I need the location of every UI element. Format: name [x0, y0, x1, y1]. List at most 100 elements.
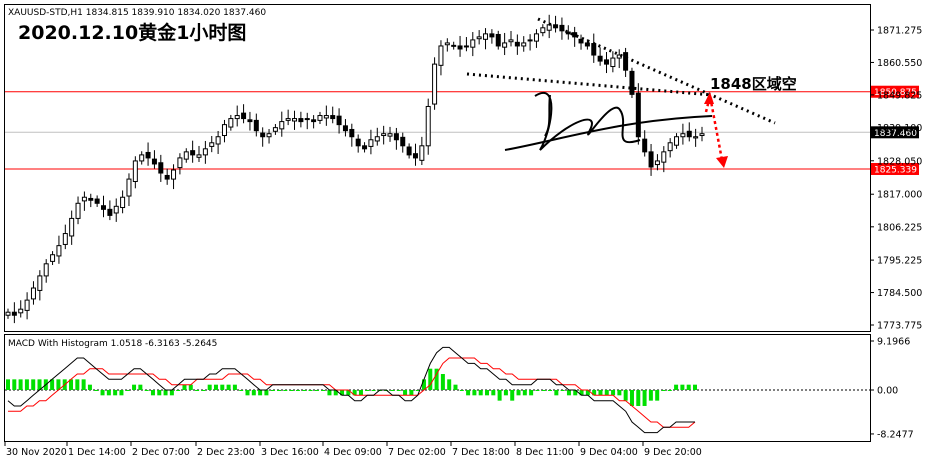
- macd-histogram-bar: [560, 390, 565, 391]
- y-tick-label: 1817.000: [877, 190, 922, 201]
- macd-histogram-bar: [674, 384, 679, 390]
- chart-root: 1850.875 1825.339 1837.460 1871.275 1860.55…: [0, 0, 925, 463]
- macd-histogram-bar: [239, 390, 244, 391]
- macd-histogram-bar: [535, 390, 540, 391]
- macd-histogram-bar: [371, 390, 376, 391]
- macd-histogram-bar: [636, 390, 641, 406]
- macd-histogram-bar: [327, 390, 332, 396]
- macd-histogram-bar: [100, 390, 105, 396]
- macd-histogram-bar: [201, 390, 206, 391]
- macd-histogram-bar: [220, 384, 225, 390]
- macd-histogram-bar: [611, 390, 616, 396]
- macd-histogram-bar: [251, 390, 256, 396]
- macd-histogram-bar: [132, 384, 137, 390]
- time-x-axis: 30 Nov 2020 1 Dec 14:00 2 Dec 07:00 2 Dec 2…: [4, 442, 702, 458]
- macd-histogram-bar: [466, 390, 471, 396]
- candle: [629, 67, 635, 99]
- macd-histogram-bar: [503, 390, 508, 396]
- macd-histogram-bar: [157, 390, 162, 396]
- macd-histogram-bar: [258, 390, 263, 396]
- x-tick-label: 3 Dec 16:00: [261, 447, 319, 458]
- chart-svg: 1850.8751825.3391837.460 1871.2751860.55…: [4, 4, 922, 458]
- annotation-text: 1848区域空: [710, 75, 797, 93]
- macd-histogram-bar: [409, 390, 414, 396]
- macd-histogram-bar: [12, 379, 17, 390]
- y-tick-label: 1828.050: [877, 156, 922, 167]
- y-tick-label: 1806.225: [877, 222, 922, 233]
- price-y-axis: 1871.275 1860.550 1849.825 1839.100 1828.050…: [870, 26, 922, 332]
- x-tick-label: 1 Dec 14:00: [68, 447, 126, 458]
- macd-histogram-bar: [617, 390, 622, 396]
- macd-histogram-bar: [548, 390, 553, 391]
- macd-histogram-bar: [516, 390, 521, 396]
- y-tick-label: 1860.550: [877, 58, 922, 69]
- macd-histogram-bar: [680, 384, 685, 390]
- macd-histogram-bar: [541, 390, 546, 391]
- macd-histogram-bar: [655, 390, 660, 401]
- macd-histogram-bar: [459, 390, 464, 391]
- macd-histogram-bar: [642, 390, 647, 406]
- price-header: XAUUSD-STD,H1 1834.815 1839.910 1834.020…: [8, 8, 266, 18]
- macd-histogram-bar: [113, 390, 118, 396]
- chart-title: 2020.12.10黄金1小时图: [18, 21, 246, 44]
- macd-histogram-bar: [207, 384, 212, 390]
- y-tick-label: 1773.775: [877, 321, 922, 332]
- macd-histogram-bar: [289, 390, 294, 391]
- macd-histogram-bar: [598, 390, 603, 396]
- x-tick-label: 2 Dec 23:00: [197, 447, 255, 458]
- macd-histogram-bar: [295, 390, 300, 391]
- macd-histogram-bar: [629, 390, 634, 406]
- macd-histogram-bar: [18, 379, 23, 390]
- y-tick-label: 1839.100: [877, 123, 922, 134]
- macd-histogram-bar: [428, 368, 433, 390]
- macd-histogram-bar: [485, 390, 490, 396]
- macd-histogram-bar: [648, 390, 653, 401]
- macd-histogram-bar: [693, 384, 697, 390]
- macd-histogram-bar: [491, 390, 496, 396]
- macd-histogram-bar: [478, 390, 483, 396]
- macd-histogram-bar: [270, 390, 275, 391]
- macd-histogram-bar: [87, 384, 92, 390]
- macd-histogram-bar: [308, 390, 313, 391]
- macd-histogram-bar: [213, 384, 218, 390]
- macd-histogram-bar: [302, 390, 307, 391]
- macd-histogram-bar: [106, 390, 111, 396]
- macd-histogram-bar: [150, 390, 155, 396]
- macd-histogram-bar: [321, 390, 326, 391]
- macd-histogram-bar: [232, 384, 237, 390]
- macd-histogram-bar: [510, 390, 515, 401]
- y-tick-label: 1849.825: [877, 90, 922, 101]
- macd-histogram-bar: [390, 390, 395, 391]
- macd-histogram-bar: [453, 384, 458, 390]
- macd-histogram-bar: [144, 390, 149, 391]
- x-tick-label: 7 Dec 02:00: [388, 447, 446, 458]
- macd-y-axis: 9.1966 0.00 -8.2477: [870, 337, 914, 440]
- macd-histogram-bar: [403, 390, 408, 396]
- macd-histogram-bar: [623, 390, 628, 401]
- macd-tick-label: 0.00: [877, 386, 898, 397]
- macd-histogram-bar: [522, 390, 527, 396]
- x-tick-label: 30 Nov 2020: [6, 447, 67, 458]
- macd-histogram-bar: [195, 390, 200, 391]
- y-tick-label: 1784.500: [877, 288, 922, 299]
- macd-histogram-bar: [447, 379, 452, 390]
- macd-histogram-bar: [176, 390, 181, 391]
- macd-histogram-bar: [169, 390, 174, 396]
- macd-histogram-bar: [667, 390, 672, 391]
- macd-histogram-bar: [31, 379, 36, 390]
- macd-histogram-bar: [497, 390, 502, 401]
- macd-histogram-bar: [686, 384, 691, 390]
- macd-histogram-bar: [283, 390, 288, 391]
- candle: [432, 57, 438, 110]
- macd-histogram-bar: [604, 390, 609, 396]
- macd-histogram-bar: [472, 390, 477, 396]
- macd-histogram-bar: [6, 379, 10, 390]
- macd-histogram-bar: [182, 384, 187, 390]
- y-tick-label: 1795.225: [877, 256, 922, 267]
- macd-histogram-bar: [440, 374, 445, 390]
- macd-histogram-bar: [566, 390, 571, 396]
- x-tick-label: 9 Dec 04:00: [580, 447, 638, 458]
- x-tick-label: 2 Dec 07:00: [132, 447, 190, 458]
- x-tick-label: 7 Dec 18:00: [452, 447, 510, 458]
- macd-histogram-bar: [661, 390, 666, 391]
